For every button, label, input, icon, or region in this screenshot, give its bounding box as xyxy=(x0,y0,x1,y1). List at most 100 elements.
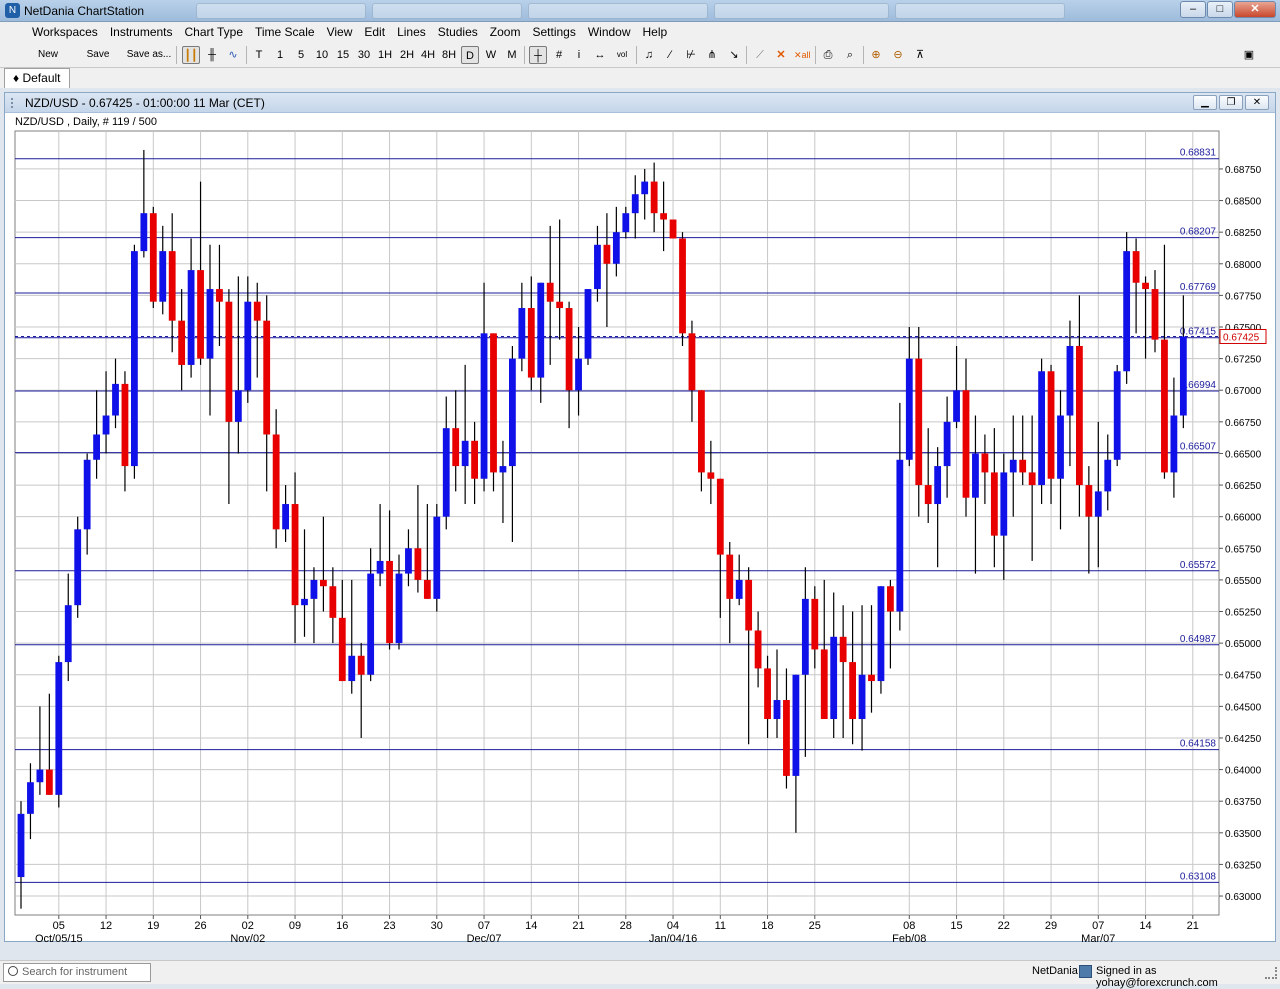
candle-body-up xyxy=(1094,491,1102,517)
background-window-tab[interactable] xyxy=(196,3,366,19)
menu-help[interactable]: Help xyxy=(637,25,674,39)
price-tick-label: 0.67000 xyxy=(1225,386,1262,397)
candle-body-down xyxy=(414,548,422,580)
volume-icon[interactable]: vol xyxy=(613,46,631,64)
menu-settings[interactable]: Settings xyxy=(526,25,581,39)
background-window-tab[interactable] xyxy=(714,3,889,19)
candle-body-up xyxy=(1009,459,1017,473)
time-button-M[interactable]: M xyxy=(504,46,520,64)
candlestick-chart-icon[interactable]: ┃┃ xyxy=(182,46,200,64)
menu-view[interactable]: View xyxy=(321,25,359,39)
menu-lines[interactable]: Lines xyxy=(391,25,432,39)
new-button[interactable]: New xyxy=(36,46,60,64)
background-window-tab[interactable] xyxy=(895,3,1065,19)
toolbar: New Save Save as... ┃┃ ╫ ∿ T 1 5 10 15 3… xyxy=(0,42,1280,68)
candle-body-up xyxy=(1057,415,1064,479)
candle-body-down xyxy=(650,181,658,214)
price-tick-label: 0.67750 xyxy=(1225,291,1262,302)
time-button-1H[interactable]: 1H xyxy=(377,46,393,64)
menu-window[interactable]: Window xyxy=(582,25,637,39)
instrument-search-input[interactable]: Search for instrument xyxy=(3,963,151,982)
background-window-tab[interactable] xyxy=(528,3,708,19)
close-button[interactable]: ✕ xyxy=(1234,1,1276,18)
chart-close-button[interactable]: ✕ xyxy=(1245,95,1269,110)
workspace-tab-default[interactable]: ♦ Default xyxy=(4,68,70,88)
candle-body-up xyxy=(792,674,800,776)
candle-body-up xyxy=(499,466,507,473)
candle-body-down xyxy=(490,333,497,473)
price-axis[interactable]: 0.687500.685000.682500.680000.677500.675… xyxy=(1219,165,1267,903)
time-button-30[interactable]: 30 xyxy=(356,46,372,64)
candle-body-up xyxy=(187,270,195,365)
price-tick-label: 0.68500 xyxy=(1225,197,1262,208)
print-preview-icon[interactable]: ⌕ xyxy=(842,46,858,64)
panel-toggle-icon[interactable]: ▣ xyxy=(1240,46,1258,64)
menu-instruments[interactable]: Instruments xyxy=(104,25,179,39)
candle-body-down xyxy=(868,674,875,682)
menu-workspaces[interactable]: Workspaces xyxy=(26,25,104,39)
time-tick-date: Mar/07 xyxy=(1081,933,1115,942)
print-icon[interactable]: ⎙ xyxy=(820,46,836,64)
candle-body-down xyxy=(716,478,724,555)
signed-in-label: Signed in as yohay@forexcrunch.com xyxy=(1096,965,1218,989)
time-button-5[interactable]: 5 xyxy=(294,46,308,64)
menu-studies[interactable]: Studies xyxy=(432,25,484,39)
chart-window-title-bar[interactable]: NZD/USD - 0.67425 - 01:00:00 11 Mar (CET… xyxy=(5,93,1275,113)
candle-body-down xyxy=(225,301,233,422)
chart-restore-button[interactable]: ❐ xyxy=(1219,95,1243,110)
horizontal-level-label: 0.68207 xyxy=(1180,227,1217,238)
maximize-button[interactable]: □ xyxy=(1207,1,1233,18)
time-axis[interactable]: 05Oct/05/1512 19 26 02Nov/0209 16 23 30 07Dec/0… xyxy=(35,915,1199,942)
candle-body-down xyxy=(698,390,705,473)
horizontal-level-label: 0.64158 xyxy=(1180,739,1217,750)
grid-icon[interactable]: # xyxy=(551,46,567,64)
candle-body-down xyxy=(1047,371,1055,479)
time-button-15[interactable]: 15 xyxy=(335,46,351,64)
save-as-button[interactable]: Save as... xyxy=(126,46,172,64)
fibonacci-icon[interactable]: ⊬ xyxy=(683,46,699,64)
save-button[interactable]: Save xyxy=(84,46,112,64)
info-icon[interactable]: i xyxy=(572,46,586,64)
time-button-1[interactable]: 1 xyxy=(273,46,287,64)
pitchfork-icon[interactable]: ⋔ xyxy=(704,46,720,64)
alert-bell-icon[interactable]: ♫ xyxy=(641,46,657,64)
time-button-10[interactable]: 10 xyxy=(314,46,330,64)
time-button-8H[interactable]: 8H xyxy=(440,46,458,64)
fit-to-window-icon[interactable]: ⊼ xyxy=(911,46,929,64)
time-button-W[interactable]: W xyxy=(483,46,499,64)
candle-body-down xyxy=(471,440,478,479)
price-tick-label: 0.63750 xyxy=(1225,797,1262,808)
workspace-tab-strip: ♦ Default xyxy=(0,68,1280,88)
menu-chart-type[interactable]: Chart Type xyxy=(179,25,249,39)
ohlc-bar-chart-icon[interactable]: ╫ xyxy=(204,46,220,64)
time-button-4H[interactable]: 4H xyxy=(419,46,437,64)
delete-all-icon[interactable]: ✕all xyxy=(794,46,811,64)
candle-body-up xyxy=(234,390,242,422)
crosshair-icon[interactable]: ┼ xyxy=(529,46,547,64)
zoom-out-icon[interactable]: ⊖ xyxy=(890,46,906,64)
candle-body-up xyxy=(735,579,743,599)
delete-drawing-icon[interactable]: ✕ xyxy=(773,46,789,64)
trend-line-icon[interactable]: ∕ xyxy=(662,46,678,64)
time-button-D[interactable]: D xyxy=(461,46,479,64)
arrow-tool-icon[interactable]: ↘ xyxy=(726,46,742,64)
time-tick-date: Jan/04/16 xyxy=(649,933,697,942)
candlestick-chart[interactable]: NZD/USD , Daily, # 119 / 500 0.68831 0.68… xyxy=(5,114,1275,942)
drag-handle-icon[interactable] xyxy=(11,98,19,108)
menu-edit[interactable]: Edit xyxy=(358,25,391,39)
line-chart-icon[interactable]: ∿ xyxy=(224,46,242,64)
candle-body-up xyxy=(1170,415,1178,473)
resize-grip-icon[interactable] xyxy=(1265,967,1277,979)
scroll-arrows-icon[interactable]: ↔ xyxy=(592,46,608,64)
candle-body-down xyxy=(1142,282,1149,290)
menu-zoom[interactable]: Zoom xyxy=(484,25,527,39)
chart-minimize-button[interactable]: ▁ xyxy=(1193,95,1217,110)
time-button-T[interactable]: T xyxy=(252,46,266,64)
background-window-tab[interactable] xyxy=(372,3,522,19)
candle-body-down xyxy=(556,301,564,309)
zoom-in-icon[interactable]: ⊕ xyxy=(868,46,884,64)
line-style-icon[interactable]: ⟋ xyxy=(751,46,769,64)
menu-time-scale[interactable]: Time Scale xyxy=(249,25,321,39)
minimize-button[interactable]: – xyxy=(1180,1,1206,18)
time-button-2H[interactable]: 2H xyxy=(398,46,416,64)
